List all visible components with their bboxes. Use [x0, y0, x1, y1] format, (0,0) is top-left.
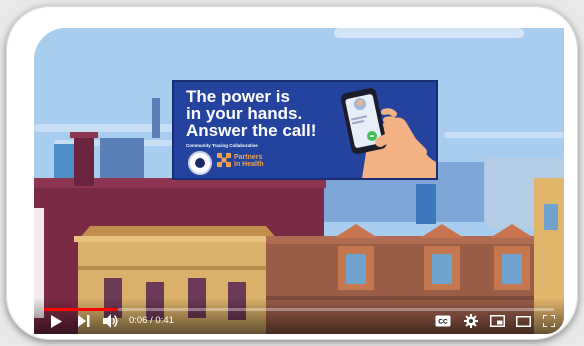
billboard-headline-line-1: The power is: [186, 87, 290, 106]
partners-in-health-name: Partners In Health: [234, 154, 264, 168]
billboard-subtext: Community Tracing Collaborative: [186, 143, 258, 148]
hand-holding-phone-icon: [340, 88, 436, 178]
partners-in-health-logo-icon: [217, 153, 231, 167]
captions-button[interactable]: CC: [434, 313, 452, 329]
miniplayer-button[interactable]: [488, 313, 506, 329]
progress-bar[interactable]: [44, 308, 554, 311]
billboard-headline-line-3: Answer the call!: [186, 121, 317, 140]
play-button[interactable]: [48, 313, 64, 329]
billboard: The power is in your hands. Answer the c…: [172, 80, 438, 180]
partners-in-health-line-2: In Health: [234, 161, 264, 168]
fullscreen-button[interactable]: [540, 313, 558, 329]
volume-icon: [103, 314, 118, 328]
gear-icon: [464, 314, 478, 328]
video-player[interactable]: The power is in your hands. Answer the c…: [34, 28, 564, 334]
billboard-headline: The power is in your hands. Answer the c…: [186, 88, 336, 139]
player-controls-bar: 0:06 / 0:41 CC: [34, 298, 564, 334]
volume-button[interactable]: [102, 313, 120, 329]
current-time: 0:06: [129, 315, 148, 326]
theater-mode-button[interactable]: [514, 313, 532, 329]
duration: 0:41: [155, 315, 174, 326]
skip-next-icon: [78, 315, 90, 327]
play-icon: [51, 314, 62, 328]
settings-button[interactable]: [462, 313, 480, 329]
next-button[interactable]: [76, 313, 92, 329]
miniplayer-icon: [489, 315, 505, 327]
partners-in-health-line-1: Partners: [234, 154, 263, 161]
video-frame-illustration: [34, 28, 564, 334]
time-display: 0:06 / 0:41: [129, 315, 174, 326]
billboard-headline-line-2: in your hands.: [186, 104, 303, 123]
progress-bar-fill: [44, 308, 119, 311]
cc-label: CC: [438, 319, 448, 326]
closed-captions-icon: CC: [435, 315, 451, 327]
theater-mode-icon: [515, 315, 531, 327]
fullscreen-icon: [543, 315, 555, 327]
state-seal-icon: [188, 151, 212, 175]
